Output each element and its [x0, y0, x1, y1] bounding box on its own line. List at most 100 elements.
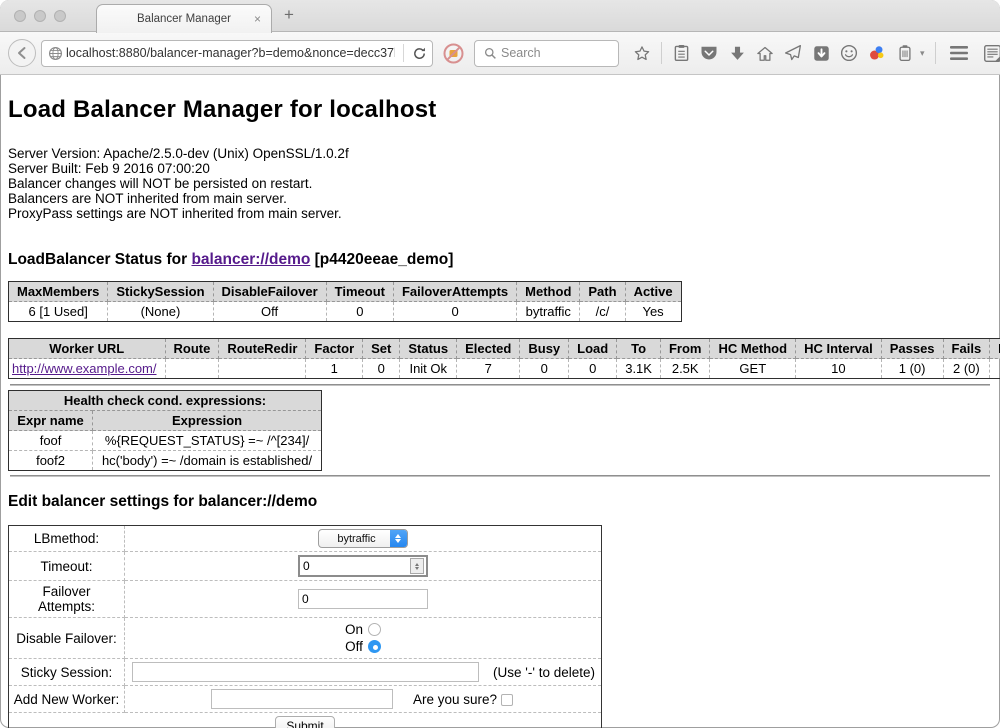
url-input[interactable] — [64, 45, 397, 61]
toolbar-right-group — [935, 42, 1000, 64]
cell-expr-name: foof — [9, 431, 93, 451]
col-stickysession: StickySession — [108, 282, 213, 302]
bookmarks-clipboard-icon[interactable] — [672, 44, 690, 62]
zoom-window-button[interactable] — [54, 10, 66, 22]
col-set: Set — [363, 339, 400, 359]
cell-expr-name: foof2 — [9, 451, 93, 471]
downloads-icon[interactable] — [728, 44, 746, 62]
balancer-demo-link[interactable]: balancer://demo — [191, 251, 310, 268]
cell-fails: 2 (0) — [943, 359, 990, 379]
failover-attempts-input[interactable] — [298, 589, 428, 609]
minimize-window-button[interactable] — [34, 10, 46, 22]
edit-balancer-form: LBmethod: bytraffic Timeout: — [8, 525, 602, 728]
cell-from: 2.5K — [660, 359, 710, 379]
col-path: Path — [580, 282, 625, 302]
number-spinner[interactable] — [410, 558, 424, 574]
sticky-session-input[interactable] — [132, 662, 479, 682]
are-you-sure-checkbox[interactable] — [501, 694, 513, 706]
plugin-blocked-icon[interactable] — [443, 43, 464, 64]
cell-passes: 1 (0) — [881, 359, 943, 379]
form-row-timeout: Timeout: — [9, 552, 602, 581]
tab-balancer-manager[interactable]: Balancer Manager × — [96, 4, 272, 33]
new-tab-button[interactable]: + — [284, 5, 294, 25]
radio-on-label: On — [345, 622, 363, 637]
home-icon[interactable] — [756, 44, 774, 62]
table-row: foof %{REQUEST_STATUS} =~ /^[234]/ — [9, 431, 322, 451]
col-expr-name: Expr name — [9, 411, 93, 431]
server-info: Server Version: Apache/2.5.0-dev (Unix) … — [8, 146, 992, 221]
form-row-add-worker: Add New Worker: Are you sure? — [9, 686, 602, 713]
submit-button[interactable]: Submit — [275, 716, 334, 728]
toolbar-separator-2 — [935, 42, 936, 64]
menu-hamburger-icon[interactable] — [948, 44, 970, 62]
send-page-icon[interactable] — [784, 44, 802, 62]
cell-stickysession: (None) — [108, 302, 213, 322]
cell-expression: %{REQUEST_STATUS} =~ /^[234]/ — [93, 431, 322, 451]
cell-hc-interval: 10 — [796, 359, 882, 379]
url-bar[interactable] — [41, 40, 433, 67]
extension-download-icon[interactable] — [812, 44, 830, 62]
window-controls[interactable] — [14, 10, 66, 22]
section-divider — [10, 384, 990, 386]
worker-url-link[interactable]: http://www.example.com/ — [12, 361, 157, 376]
worker-row: http://www.example.com/ 1 0 Init Ok 7 0 … — [9, 359, 1000, 379]
lbmethod-select[interactable]: bytraffic — [318, 529, 407, 548]
col-from: From — [660, 339, 710, 359]
form-row-submit: Submit — [9, 713, 602, 728]
cell-busy: 0 — [520, 359, 569, 379]
edit-settings-heading: Edit balancer settings for balancer://de… — [8, 494, 992, 510]
status-heading-suffix: [p4420eeae_demo] — [310, 251, 453, 268]
back-button[interactable] — [8, 39, 36, 67]
disable-failover-off-radio[interactable] — [368, 640, 381, 653]
tab-bar: Balancer Manager × + — [0, 0, 1000, 32]
notice-persist: Balancer changes will NOT be persisted o… — [8, 176, 992, 191]
col-passes: Passes — [881, 339, 943, 359]
section-divider — [10, 475, 990, 477]
search-input[interactable] — [499, 45, 599, 61]
page-content: Load Balancer Manager for localhost Serv… — [0, 95, 1000, 728]
tab-close-icon[interactable]: × — [254, 12, 261, 26]
cell-path: /c/ — [580, 302, 625, 322]
sidebars-icon[interactable] — [982, 44, 1000, 62]
table-header-row: Expr name Expression — [9, 411, 322, 431]
add-worker-input[interactable] — [211, 689, 393, 709]
are-you-sure-label: Are you sure? — [413, 692, 597, 707]
reload-icon[interactable] — [410, 44, 428, 62]
col-routeredir: RouteRedir — [219, 339, 306, 359]
feedback-smiley-icon[interactable] — [840, 44, 858, 62]
bookmark-star-icon[interactable] — [633, 44, 651, 62]
col-maxmembers: MaxMembers — [9, 282, 108, 302]
container-extension-icon[interactable] — [896, 44, 914, 62]
timeout-input[interactable] — [300, 559, 410, 573]
table-row: 6 [1 Used] (None) Off 0 0 bytraffic /c/ … — [9, 302, 682, 322]
add-worker-label: Add New Worker: — [9, 686, 125, 713]
pocket-icon[interactable] — [700, 44, 718, 62]
select-chevrons-icon — [390, 529, 407, 548]
col-load: Load — [569, 339, 617, 359]
dropdown-caret-icon[interactable]: ▾ — [920, 48, 925, 59]
col-worker-url: Worker URL — [9, 339, 166, 359]
close-window-button[interactable] — [14, 10, 26, 22]
table-header-row: MaxMembers StickySession DisableFailover… — [9, 282, 682, 302]
sticky-session-note: (Use '-' to delete) — [493, 665, 597, 680]
worker-table: Worker URL Route RouteRedir Factor Set S… — [8, 338, 1000, 379]
timeout-label: Timeout: — [9, 552, 125, 581]
sticky-session-label: Sticky Session: — [9, 659, 125, 686]
table-header-row: Worker URL Route RouteRedir Factor Set S… — [9, 339, 1000, 359]
search-bar[interactable] — [474, 40, 619, 67]
disable-failover-on-radio[interactable] — [368, 623, 381, 636]
back-arrow-icon — [14, 45, 30, 61]
lbmethod-label: LBmethod: — [9, 526, 125, 552]
table-row: foof2 hc('body') =~ /domain is establish… — [9, 451, 322, 471]
page-title: Load Balancer Manager for localhost — [8, 95, 992, 125]
col-factor: Factor — [306, 339, 363, 359]
toolbar-icons: ▾ — [633, 42, 1000, 64]
colored-dots-extension-icon[interactable] — [868, 44, 886, 62]
search-icon — [481, 44, 499, 62]
col-method: Method — [517, 282, 580, 302]
col-elected: Elected — [457, 339, 520, 359]
form-row-failover-attempts: Failover Attempts: — [9, 581, 602, 618]
cell-to: 3.1K — [617, 359, 661, 379]
cell-disablefailover: Off — [213, 302, 326, 322]
cell-failoverattempts: 0 — [393, 302, 516, 322]
